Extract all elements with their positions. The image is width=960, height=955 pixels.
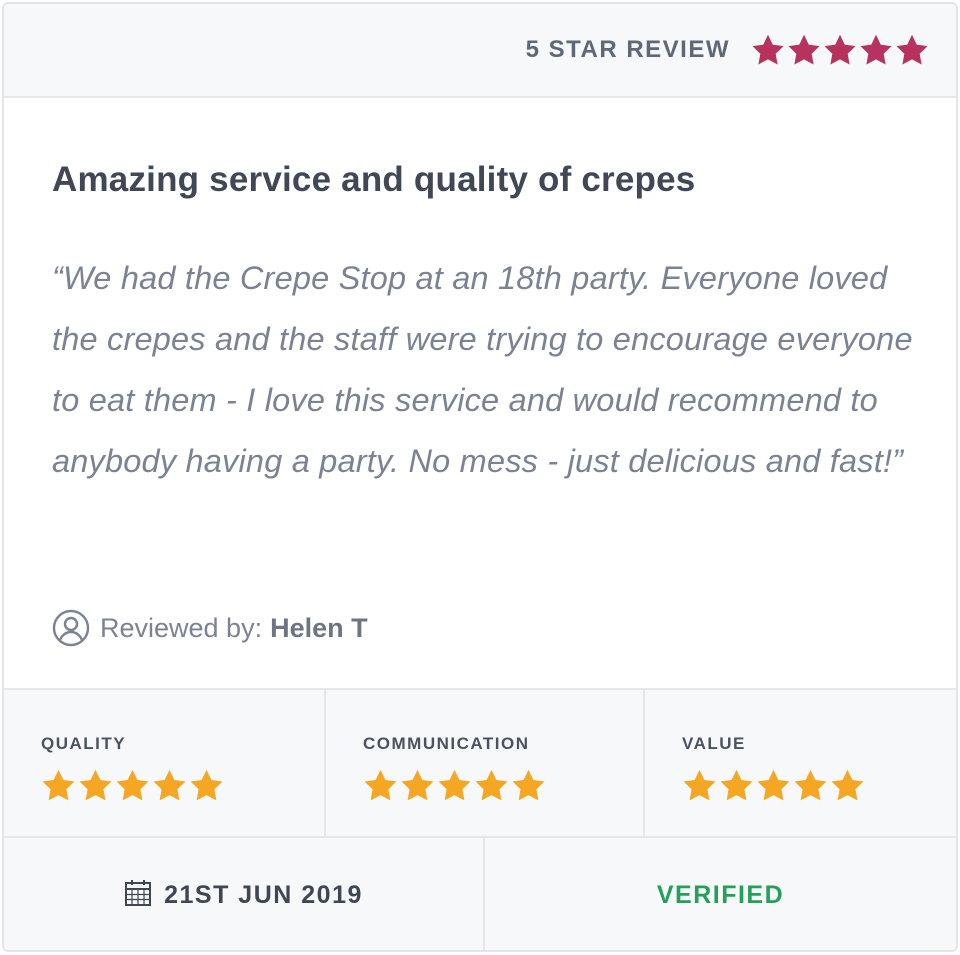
star-icon <box>792 768 829 803</box>
rating-label: QUALITY <box>41 734 127 753</box>
rating-value: VALUE <box>643 690 956 836</box>
user-circle-icon <box>52 609 90 647</box>
star-icon <box>755 768 792 803</box>
star-icon <box>718 768 755 803</box>
review-title: Amazing service and quality of crepes <box>52 160 696 199</box>
review-footer: 21ST JUN 2019 VERIFIED <box>4 838 956 950</box>
reviewer-name: Helen T <box>270 612 368 643</box>
review-date: 21ST JUN 2019 <box>4 838 483 950</box>
rating-quality: QUALITY <box>4 690 324 836</box>
star-icon <box>894 33 930 67</box>
verified-text: VERIFIED <box>656 880 785 909</box>
star-icon <box>436 768 473 803</box>
star-icon <box>362 768 399 803</box>
star-icon <box>510 768 547 803</box>
star-icon <box>473 768 510 803</box>
review-header: 5 STAR REVIEW <box>4 4 956 98</box>
star-icon <box>40 768 77 803</box>
star-icon <box>681 768 718 803</box>
reviewer-label: Reviewed by: <box>100 612 263 643</box>
category-ratings: QUALITY COMMUNICATION VALUE <box>4 688 956 838</box>
star-icon <box>114 768 151 803</box>
reviewer-info: Reviewed by: Helen T <box>52 608 368 648</box>
star-icon <box>786 33 822 67</box>
star-icon <box>77 768 114 803</box>
rating-label: COMMUNICATION <box>363 734 530 753</box>
verified-badge: VERIFIED <box>483 838 956 950</box>
rating-label: VALUE <box>682 734 746 753</box>
date-text: 21ST JUN 2019 <box>164 880 363 909</box>
star-icon <box>822 33 858 67</box>
star-icon <box>399 768 436 803</box>
value-star-rating <box>681 768 866 803</box>
communication-star-rating <box>362 768 547 803</box>
overall-star-rating <box>750 33 930 67</box>
overall-rating-label: 5 STAR REVIEW <box>525 36 730 63</box>
review-body: “We had the Crepe Stop at an 18th party.… <box>52 260 913 479</box>
star-icon <box>750 33 786 67</box>
star-icon <box>151 768 188 803</box>
star-icon <box>829 768 866 803</box>
rating-communication: COMMUNICATION <box>324 690 643 836</box>
star-icon <box>858 33 894 67</box>
star-icon <box>188 768 225 803</box>
quality-star-rating <box>40 768 225 803</box>
calendar-icon <box>124 879 152 912</box>
review-card: 5 STAR REVIEW Amazing service and qualit… <box>2 2 958 952</box>
